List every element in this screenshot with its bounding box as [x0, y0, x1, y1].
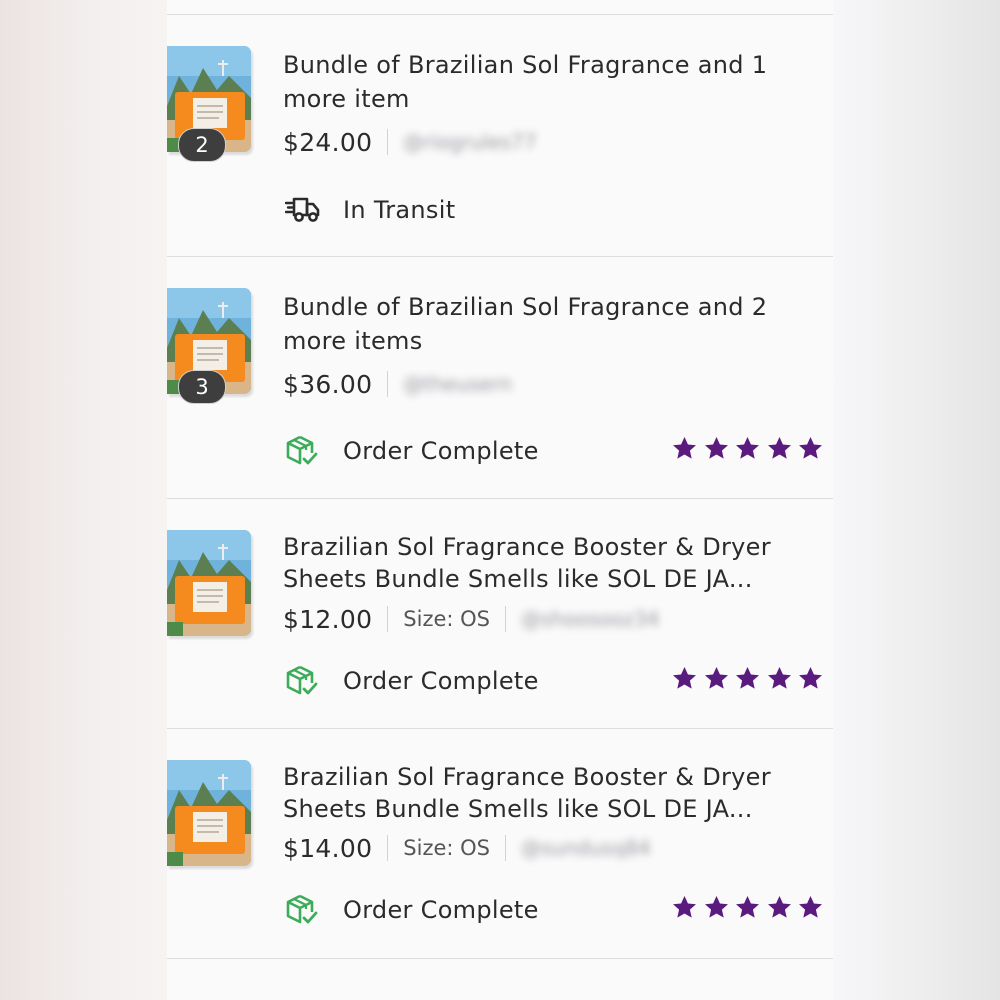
star-icon	[704, 896, 728, 918]
order-meta: $12.00 Size: OS @shoosooz34	[283, 603, 659, 635]
separator	[387, 606, 389, 632]
item-count-badge: 3	[178, 370, 226, 404]
separator	[387, 835, 389, 861]
star-icon	[736, 896, 759, 918]
order-title[interactable]: Brazilian Sol Fragrance Booster & Dryer …	[283, 761, 813, 825]
order-meta: $36.00 @theusern	[283, 368, 512, 400]
star-icon	[767, 667, 791, 689]
divider	[167, 14, 833, 15]
seller-username[interactable]: @sundusq84	[521, 836, 651, 860]
order-price: $14.00	[283, 833, 373, 863]
order-price: $12.00	[283, 604, 373, 634]
order-title[interactable]: Bundle of Brazilian Sol Fragrance and 1 …	[283, 48, 813, 116]
status-label: Order Complete	[343, 667, 539, 695]
star-icon	[673, 437, 696, 459]
separator	[387, 129, 389, 155]
product-thumbnail[interactable]	[167, 760, 251, 866]
orders-panel: 2 Bundle of Brazilian Sol Fragrance and …	[167, 0, 833, 1000]
separator	[387, 371, 389, 397]
order-status: Order Complete	[285, 431, 539, 471]
seller-username[interactable]: @shoosooz34	[521, 607, 659, 631]
separator	[505, 606, 506, 632]
status-label: Order Complete	[343, 437, 539, 465]
star-icon	[799, 437, 822, 459]
order-meta: $24.00 @riogrules77	[283, 126, 537, 158]
star-icon	[673, 896, 696, 918]
item-count-badge: 2	[178, 128, 226, 162]
order-meta: $14.00 Size: OS @sundusq84	[283, 832, 651, 864]
size-label: Size: OS	[403, 607, 490, 631]
divider	[167, 728, 833, 729]
order-title[interactable]: Brazilian Sol Fragrance Booster & Dryer …	[283, 531, 813, 595]
divider	[167, 256, 833, 257]
package-check-icon	[285, 892, 321, 928]
order-title[interactable]: Bundle of Brazilian Sol Fragrance and 2 …	[283, 290, 813, 358]
star-icon	[704, 437, 728, 459]
star-icon	[767, 437, 791, 459]
delivery-truck-icon	[285, 192, 321, 228]
rating-stars[interactable]	[672, 666, 830, 691]
order-card[interactable]: Brazilian Sol Fragrance Booster & Dryer …	[167, 760, 833, 1000]
star-icon	[736, 667, 759, 689]
order-price: $24.00	[283, 127, 373, 157]
order-status: In Transit	[285, 190, 455, 230]
package-check-icon	[285, 433, 321, 469]
separator	[505, 835, 506, 861]
seller-username[interactable]: @theusern	[403, 372, 512, 396]
order-card[interactable]: Brazilian Sol Fragrance Booster & Dryer …	[167, 530, 833, 770]
rating-stars[interactable]	[672, 895, 830, 920]
star-icon	[736, 437, 759, 459]
status-label: Order Complete	[343, 896, 539, 924]
seller-username[interactable]: @riogrules77	[403, 130, 536, 154]
order-price: $36.00	[283, 369, 373, 399]
star-icon	[799, 667, 822, 689]
divider	[167, 958, 833, 959]
product-thumbnail[interactable]	[167, 530, 251, 636]
size-label: Size: OS	[403, 836, 490, 860]
order-card[interactable]: 3 Bundle of Brazilian Sol Fragrance and …	[167, 288, 833, 528]
star-icon	[704, 667, 728, 689]
star-icon	[673, 667, 696, 689]
star-icon	[767, 896, 791, 918]
order-status: Order Complete	[285, 890, 539, 930]
order-card[interactable]: 2 Bundle of Brazilian Sol Fragrance and …	[167, 46, 833, 286]
status-label: In Transit	[343, 196, 456, 224]
star-icon	[799, 896, 822, 918]
order-status: Order Complete	[285, 661, 539, 701]
rating-stars[interactable]	[672, 436, 830, 461]
divider	[167, 498, 833, 499]
package-check-icon	[285, 663, 321, 699]
